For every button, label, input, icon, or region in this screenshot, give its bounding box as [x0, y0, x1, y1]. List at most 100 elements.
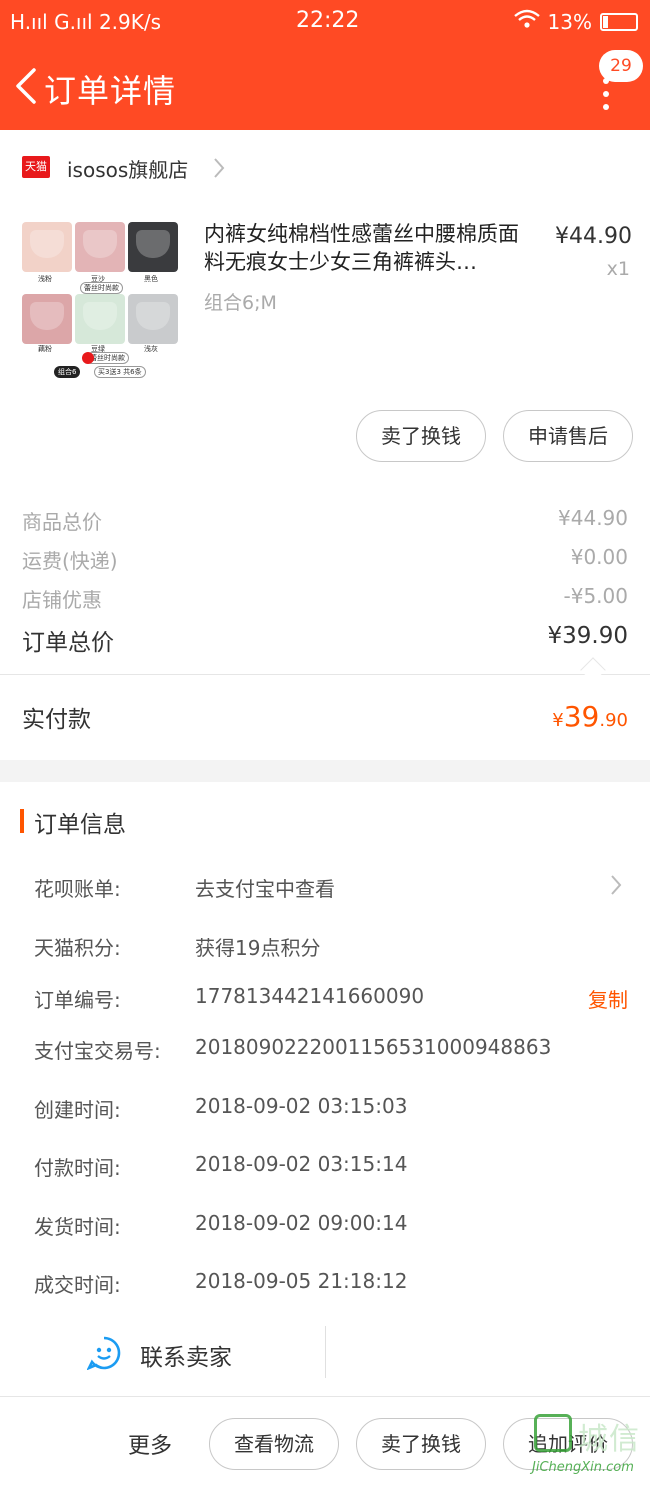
discount-value: -¥5.00	[563, 584, 628, 608]
points-value: 获得19点积分	[195, 936, 321, 960]
status-bar: H.ııl G.ııl 2.9K/s 22:22 13%	[0, 0, 650, 44]
created-row: 创建时间: 2018-09-02 03:15:03	[0, 1094, 650, 1128]
paid-time-label: 付款时间:	[34, 1156, 121, 1180]
section-accent	[20, 809, 24, 833]
battery-icon	[600, 12, 638, 31]
shipped-value: 2018-09-02 09:00:14	[195, 1211, 408, 1235]
huabei-value: 去支付宝中查看	[195, 877, 335, 901]
shop-name: isosos旗舰店	[67, 158, 189, 182]
swatch	[75, 222, 125, 272]
alipay-value: 2018090222001156531000948863	[195, 1035, 552, 1059]
order-info-title: 订单信息	[34, 812, 126, 838]
divider	[0, 1396, 650, 1397]
divider	[325, 1326, 326, 1378]
shop-row[interactable]: 天猫 isosos旗舰店	[0, 148, 650, 188]
after-sale-button[interactable]: 申请售后	[503, 410, 633, 462]
paid-time-row: 付款时间: 2018-09-02 03:15:14	[0, 1152, 650, 1186]
product-price: ¥44.90	[555, 224, 632, 249]
order-total-label: 订单总价	[22, 630, 114, 656]
thumb-tag: 浅灰	[144, 345, 158, 353]
swatch	[128, 294, 178, 344]
paid-time-value: 2018-09-02 03:15:14	[195, 1152, 408, 1176]
section-gap	[0, 760, 650, 782]
app-header: H.ııl G.ııl 2.9K/s 22:22 13% 订单详情 29	[0, 0, 650, 130]
swatch	[128, 222, 178, 272]
chevron-right-icon	[212, 156, 226, 180]
thumb-tag: 组合6	[54, 366, 81, 378]
product-spec: 组合6;M	[204, 292, 277, 314]
shipping-label: 运费(快递)	[22, 549, 118, 573]
watermark-text: 城信	[578, 1422, 640, 1457]
copy-button[interactable]: 复制	[588, 984, 628, 1013]
message-count-badge: 29	[599, 50, 643, 82]
chevron-left-icon	[16, 68, 36, 104]
paid-label: 实付款	[22, 707, 91, 733]
shipping-row: 运费(快递) ¥0.00	[0, 545, 650, 575]
order-number-label: 订单编号:	[34, 988, 121, 1012]
product-thumbnail[interactable]: 浅粉 豆沙 黑色 蕾丝时尚款 藕粉 豆绿 浅灰 蕾丝时尚款 组合6 买3送3 共…	[20, 218, 182, 378]
back-button[interactable]	[10, 64, 40, 108]
paid-row: 实付款 ¥39.90	[0, 700, 650, 733]
thumb-tag: 蕾丝时尚款	[80, 282, 123, 294]
sell-button-bottom[interactable]: 卖了换钱	[356, 1418, 486, 1470]
watermark-logo-icon	[534, 1414, 572, 1452]
view-logistics-button[interactable]: 查看物流	[209, 1418, 339, 1470]
signal-info: H.ııl G.ııl 2.9K/s	[10, 10, 162, 34]
divider-notch	[580, 657, 606, 683]
more-menu-button[interactable]	[596, 78, 616, 138]
points-label: 天猫积分:	[34, 936, 121, 960]
divider	[0, 674, 650, 675]
watermark: 城信 JiChengXin.com	[526, 1408, 650, 1487]
closed-row: 成交时间: 2018-09-05 21:18:12	[0, 1269, 650, 1303]
discount-label: 店铺优惠	[22, 588, 102, 612]
paid-integer: 39	[563, 700, 600, 733]
clock: 22:22	[296, 8, 360, 33]
chevron-right-icon	[609, 873, 623, 897]
product-name[interactable]: 内裤女纯棉档性感蕾丝中腰棉质面料无痕女士少女三角裤裤头…	[204, 220, 534, 276]
thumb-tag: 藕粉	[38, 345, 52, 353]
shipped-row: 发货时间: 2018-09-02 09:00:14	[0, 1211, 650, 1245]
huabei-row[interactable]: 花呗账单: 去支付宝中查看	[0, 873, 650, 907]
shipped-label: 发货时间:	[34, 1215, 121, 1239]
thumb-tag: 买3送3 共6条	[94, 366, 146, 378]
points-row: 天猫积分: 获得19点积分	[0, 932, 650, 966]
order-number-row: 订单编号: 177813442141660090 复制	[0, 984, 650, 1018]
discount-row: 店铺优惠 -¥5.00	[0, 584, 650, 614]
thumb-tag: 黑色	[144, 275, 158, 283]
thumb-tag: 浅粉	[38, 275, 52, 283]
paid-currency: ¥	[552, 710, 564, 731]
chat-icon	[87, 1336, 121, 1370]
closed-label: 成交时间:	[34, 1273, 121, 1297]
battery-percent: 13%	[547, 9, 592, 34]
wifi-icon	[513, 9, 540, 34]
page-title: 订单详情	[44, 72, 177, 110]
promo-flame-icon	[82, 352, 94, 364]
goods-total-value: ¥44.90	[558, 506, 628, 530]
created-value: 2018-09-02 03:15:03	[195, 1094, 408, 1118]
alipay-label: 支付宝交易号:	[34, 1039, 161, 1063]
paid-value: ¥39.90	[552, 700, 628, 733]
swatch	[22, 222, 72, 272]
created-label: 创建时间:	[34, 1098, 121, 1122]
status-right: 13%	[513, 9, 638, 34]
watermark-url: JiChengXin.com	[532, 1460, 634, 1475]
swatch	[22, 294, 72, 344]
contact-seller-button[interactable]: 联系卖家	[0, 1326, 325, 1382]
goods-total-label: 商品总价	[22, 510, 102, 534]
paid-decimal: .90	[599, 710, 628, 731]
huabei-label: 花呗账单:	[34, 877, 121, 901]
closed-value: 2018-09-05 21:18:12	[195, 1269, 408, 1293]
order-total-value: ¥39.90	[547, 623, 628, 649]
order-total-row: 订单总价 ¥39.90	[0, 623, 650, 656]
swatch	[75, 294, 125, 344]
goods-total-row: 商品总价 ¥44.90	[0, 506, 650, 536]
sell-button[interactable]: 卖了换钱	[356, 410, 486, 462]
nav-bar: 订单详情 29	[0, 44, 650, 130]
more-button[interactable]: 更多	[128, 1428, 172, 1460]
tmall-logo-icon: 天猫	[22, 156, 50, 178]
alipay-row: 支付宝交易号: 2018090222001156531000948863	[0, 1035, 650, 1069]
product-qty: x1	[606, 258, 630, 280]
contact-seller-label: 联系卖家	[140, 1345, 232, 1371]
order-number-value: 177813442141660090	[195, 984, 425, 1008]
shipping-value: ¥0.00	[570, 545, 628, 569]
